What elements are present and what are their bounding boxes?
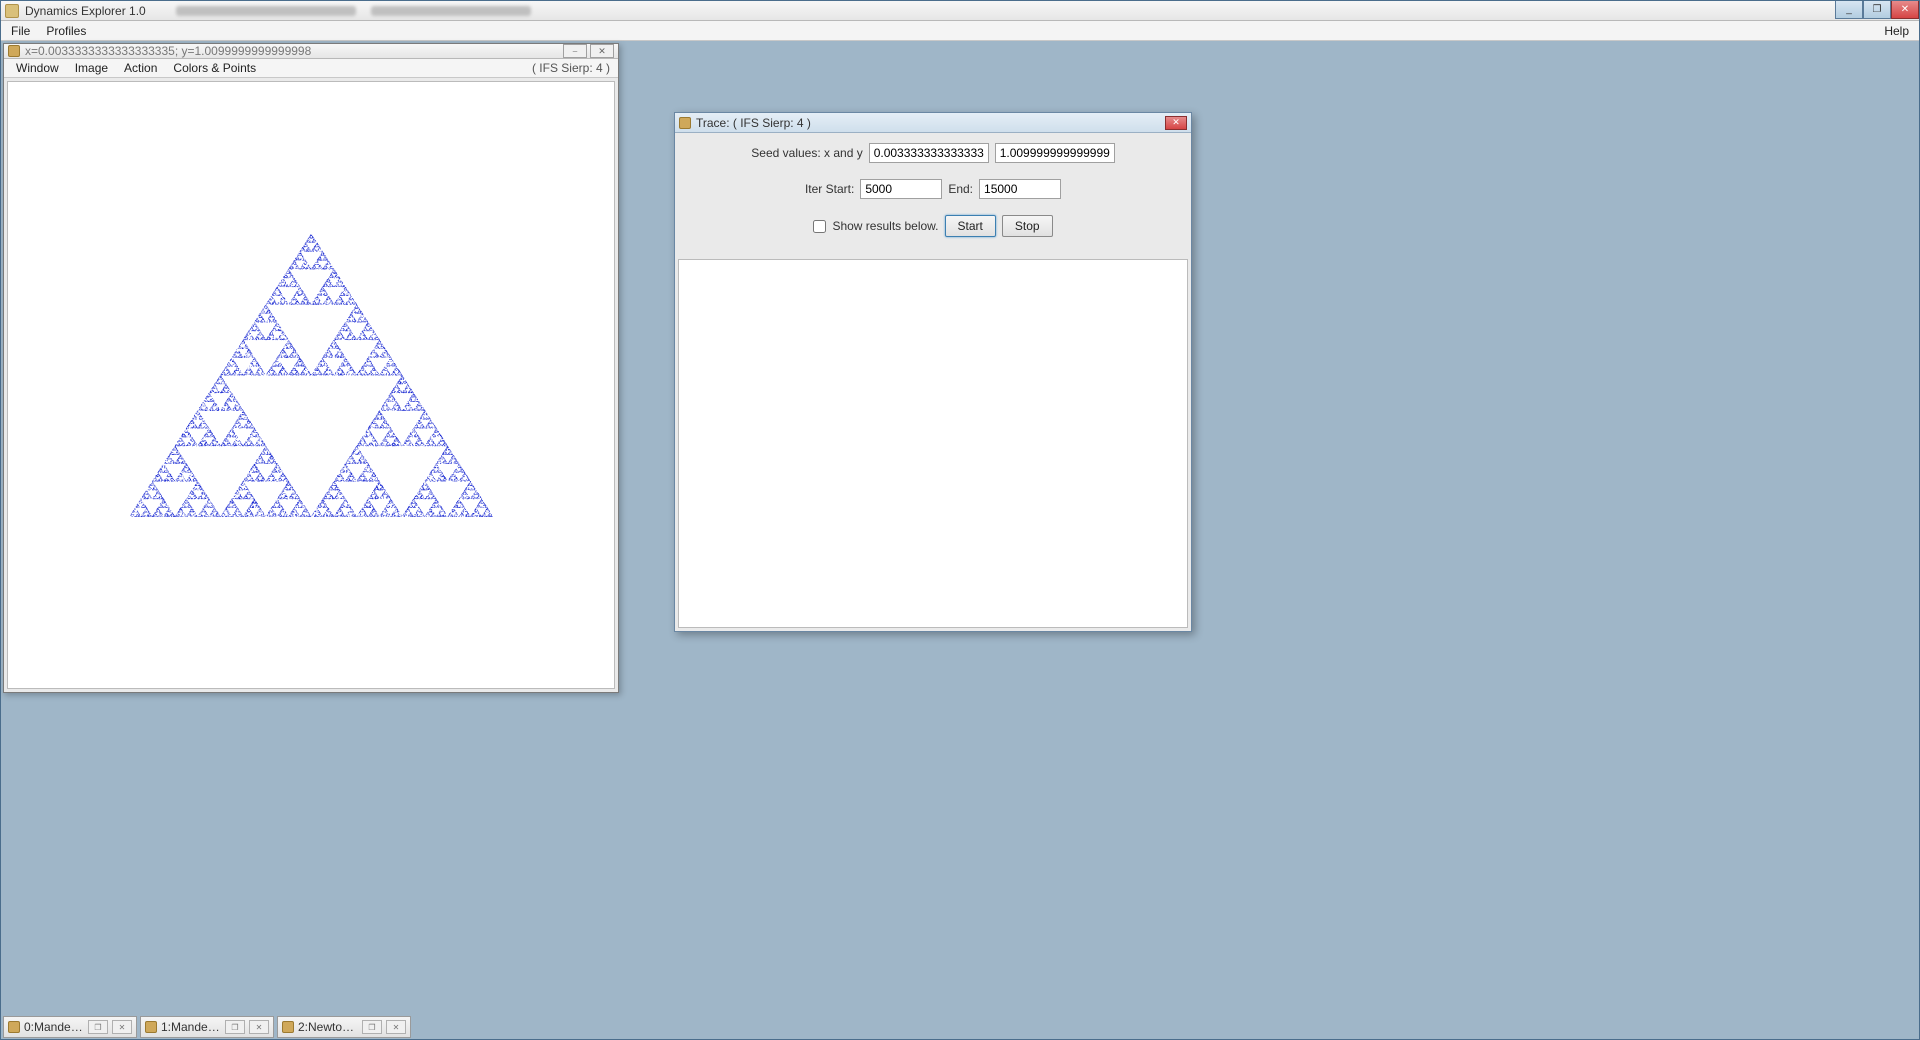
app-title: Dynamics Explorer 1.0 — [25, 4, 146, 18]
doc-menu-image[interactable]: Image — [67, 59, 116, 77]
iter-start-input[interactable] — [860, 179, 942, 199]
blurred-tab-2 — [371, 6, 531, 16]
document-window[interactable]: x=0.0033333333333333335; y=1.00999999999… — [3, 43, 619, 693]
doc-menubar: Window Image Action Colors & Points ( IF… — [4, 59, 618, 78]
show-results-label: Show results below. — [832, 219, 938, 233]
app-titlebar[interactable]: Dynamics Explorer 1.0 _ ❐ ✕ — [1, 1, 1919, 21]
trace-close-button[interactable]: ✕ — [1165, 116, 1187, 130]
seed-y-input[interactable] — [995, 143, 1115, 163]
stop-button[interactable]: Stop — [1002, 215, 1053, 237]
blurred-tab-1 — [176, 6, 356, 16]
task-restore-button[interactable]: ❐ — [362, 1020, 382, 1034]
seed-row: Seed values: x and y — [689, 143, 1177, 163]
trace-results-area — [678, 259, 1188, 628]
action-row: Show results below. Start Stop — [689, 215, 1177, 237]
taskbar: 0:Mandel ... ❐ ✕ 1:Mandel ... ❐ ✕ 2:Newt… — [1, 1015, 413, 1039]
app-icon — [5, 4, 19, 18]
workspace: x=0.0033333333333333335; y=1.00999999999… — [1, 41, 1919, 1039]
task-item-2[interactable]: 2:Newton ... ❐ ✕ — [277, 1016, 411, 1038]
trace-body: Seed values: x and y Iter Start: End: Sh… — [675, 133, 1191, 259]
task-close-button[interactable]: ✕ — [112, 1020, 132, 1034]
task-item-0[interactable]: 0:Mandel ... ❐ ✕ — [3, 1016, 137, 1038]
seed-x-input[interactable] — [869, 143, 989, 163]
task-icon — [282, 1021, 294, 1033]
window-controls: _ ❐ ✕ — [1835, 1, 1919, 19]
doc-titlebar[interactable]: x=0.0033333333333333335; y=1.00999999999… — [4, 44, 618, 59]
trace-titlebar[interactable]: Trace: ( IFS Sierp: 4 ) ✕ — [675, 113, 1191, 133]
iter-row: Iter Start: End: — [689, 179, 1177, 199]
task-close-button[interactable]: ✕ — [386, 1020, 406, 1034]
task-label: 2:Newton ... — [298, 1020, 358, 1034]
minimize-button[interactable]: _ — [1835, 1, 1863, 19]
task-label: 0:Mandel ... — [24, 1020, 84, 1034]
menu-help[interactable]: Help — [1876, 22, 1917, 40]
task-close-button[interactable]: ✕ — [249, 1020, 269, 1034]
doc-menu-window[interactable]: Window — [8, 59, 67, 77]
fractal-canvas[interactable] — [7, 81, 615, 689]
app-window: Dynamics Explorer 1.0 _ ❐ ✕ File Profile… — [0, 0, 1920, 1040]
trace-title: Trace: ( IFS Sierp: 4 ) — [696, 116, 811, 130]
doc-minimize-button[interactable]: ⎯ — [563, 44, 587, 58]
iter-start-label: Iter Start: — [805, 182, 854, 196]
task-label: 1:Mandel ... — [161, 1020, 221, 1034]
task-restore-button[interactable]: ❐ — [88, 1020, 108, 1034]
menu-file[interactable]: File — [3, 22, 38, 40]
doc-right-label: ( IFS Sierp: 4 ) — [532, 61, 614, 75]
trace-dialog[interactable]: Trace: ( IFS Sierp: 4 ) ✕ Seed values: x… — [674, 112, 1192, 632]
close-button[interactable]: ✕ — [1891, 1, 1919, 19]
doc-close-button[interactable]: ✕ — [590, 44, 614, 58]
trace-icon — [679, 117, 691, 129]
start-button[interactable]: Start — [945, 215, 996, 237]
maximize-button[interactable]: ❐ — [1863, 1, 1891, 19]
iter-end-input[interactable] — [979, 179, 1061, 199]
seed-label: Seed values: x and y — [751, 146, 862, 160]
menu-profiles[interactable]: Profiles — [38, 22, 94, 40]
doc-menu-colors[interactable]: Colors & Points — [165, 59, 264, 77]
doc-icon — [8, 45, 20, 57]
task-icon — [8, 1021, 20, 1033]
task-icon — [145, 1021, 157, 1033]
task-item-1[interactable]: 1:Mandel ... ❐ ✕ — [140, 1016, 274, 1038]
app-menubar: File Profiles Help — [1, 21, 1919, 41]
show-results-checkbox[interactable] — [813, 220, 826, 233]
sierpinski-fractal-icon — [8, 82, 614, 688]
iter-end-label: End: — [948, 182, 973, 196]
doc-menu-action[interactable]: Action — [116, 59, 165, 77]
doc-title: x=0.0033333333333333335; y=1.00999999999… — [25, 44, 311, 58]
task-restore-button[interactable]: ❐ — [225, 1020, 245, 1034]
